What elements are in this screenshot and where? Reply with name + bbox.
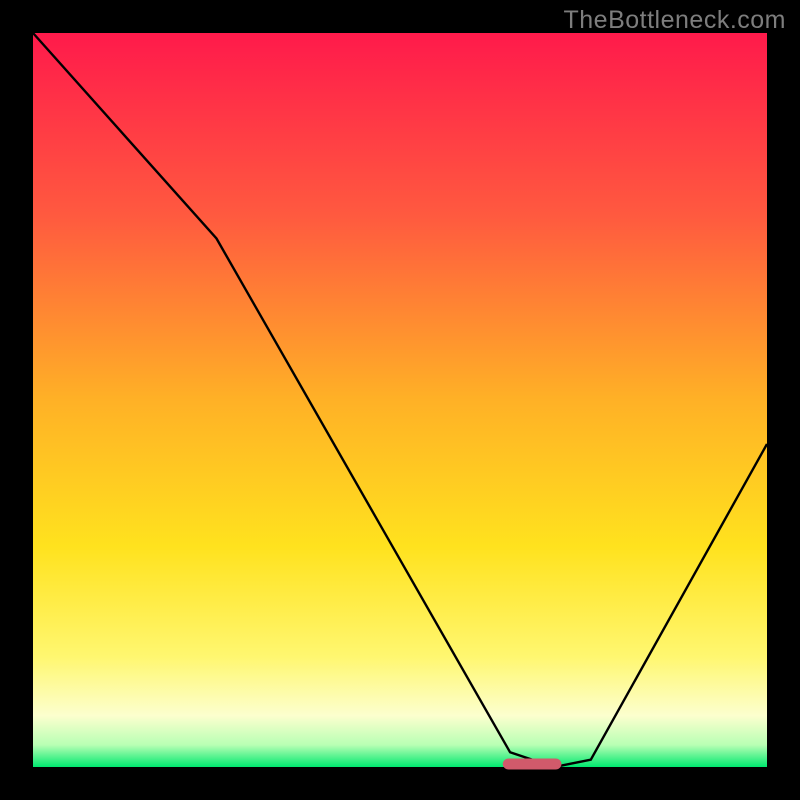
chart-frame: TheBottleneck.com xyxy=(0,0,800,800)
optimal-marker xyxy=(503,758,562,769)
bottleneck-chart xyxy=(0,0,800,800)
watermark-text: TheBottleneck.com xyxy=(564,6,787,35)
plot-background xyxy=(33,33,767,767)
